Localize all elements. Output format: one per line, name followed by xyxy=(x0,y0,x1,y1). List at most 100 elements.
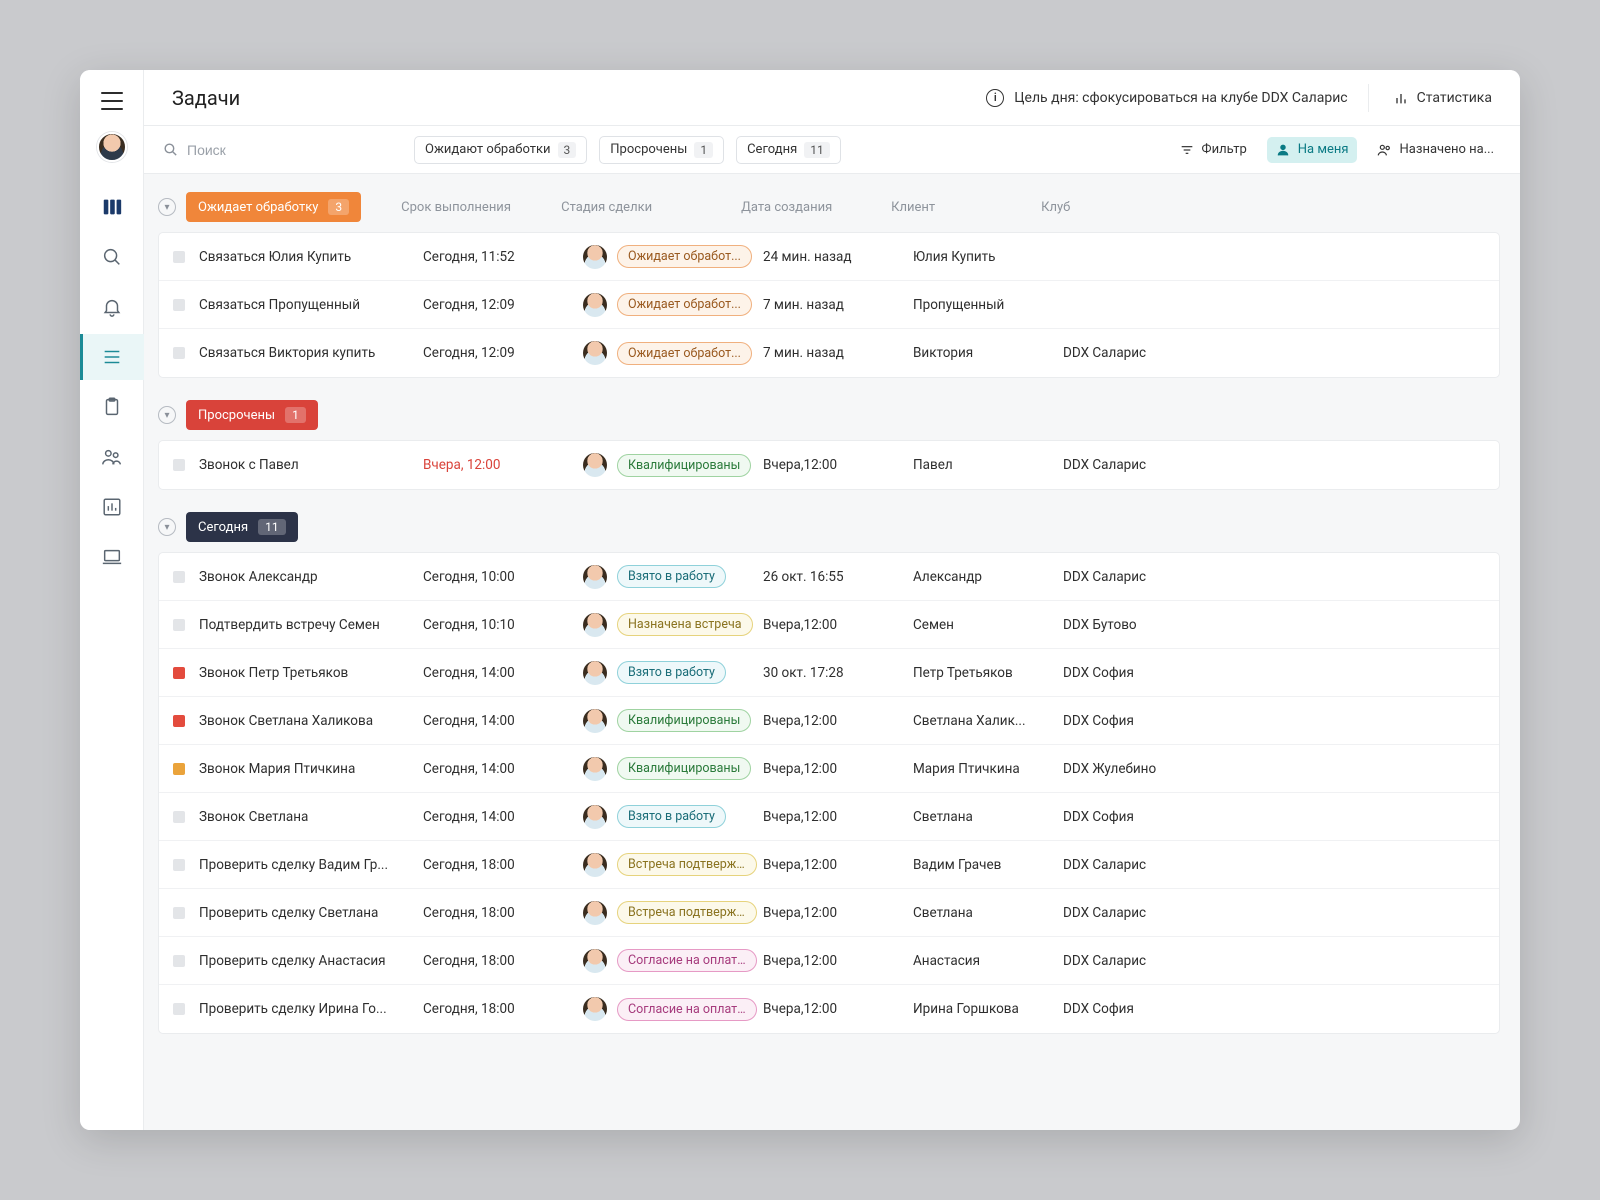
created-date: Вчера,12:00 xyxy=(763,457,913,473)
assignee-avatar[interactable] xyxy=(583,853,607,877)
table-row[interactable]: Звонок СветланаСегодня, 14:00Взято в раб… xyxy=(159,793,1499,841)
stage-pill[interactable]: Квалифицированы xyxy=(617,454,751,477)
client-name: Семен xyxy=(913,617,1063,633)
table-row[interactable]: Подтвердить встречу СеменСегодня, 10:10Н… xyxy=(159,601,1499,649)
assignee-avatar[interactable] xyxy=(583,949,607,973)
stage-pill[interactable]: Квалифицированы xyxy=(617,757,751,780)
rows-container: Звонок с ПавелВчера, 12:00Квалифицирован… xyxy=(158,440,1500,490)
sidebar-item-board[interactable] xyxy=(80,184,144,230)
collapse-toggle[interactable]: ▾ xyxy=(158,518,176,536)
group-badge[interactable]: Ожидает обработку 3 xyxy=(186,192,361,222)
stage-cell: Взято в работу xyxy=(583,565,763,589)
assignee-avatar[interactable] xyxy=(583,341,607,365)
user-avatar[interactable] xyxy=(97,132,127,162)
table-row[interactable]: Звонок АлександрСегодня, 10:00Взято в ра… xyxy=(159,553,1499,601)
created-date: Вчера,12:00 xyxy=(763,761,913,777)
table-row[interactable]: Проверить сделку Ирина Го...Сегодня, 18:… xyxy=(159,985,1499,1033)
assignee-avatar[interactable] xyxy=(583,757,607,781)
sidebar-item-notifications[interactable] xyxy=(80,284,144,330)
club-name: DDX София xyxy=(1063,713,1499,729)
assignee-avatar[interactable] xyxy=(583,997,607,1021)
due-date: Сегодня, 10:10 xyxy=(423,617,583,633)
assignee-avatar[interactable] xyxy=(583,293,607,317)
search-input[interactable] xyxy=(187,142,367,158)
stage-pill[interactable]: Согласие на оплату... xyxy=(617,949,757,972)
assignee-avatar[interactable] xyxy=(583,709,607,733)
client-name: Виктория xyxy=(913,345,1063,361)
goal-text: Цель дня: сфокусироваться на клубе DDX С… xyxy=(1014,90,1347,106)
table-row[interactable]: Звонок с ПавелВчера, 12:00Квалифицирован… xyxy=(159,441,1499,489)
table-row[interactable]: Проверить сделку СветланаСегодня, 18:00В… xyxy=(159,889,1499,937)
collapse-toggle[interactable]: ▾ xyxy=(158,198,176,216)
created-date: Вчера,12:00 xyxy=(763,857,913,873)
stage-pill[interactable]: Взято в работу xyxy=(617,661,726,684)
hamburger-menu-icon[interactable] xyxy=(101,92,123,110)
stage-pill[interactable]: Встреча подтвержд... xyxy=(617,853,757,876)
club-name: DDX Саларис xyxy=(1063,457,1499,473)
stage-cell: Взято в работу xyxy=(583,661,763,685)
stage-pill[interactable]: Взято в работу xyxy=(617,565,726,588)
stage-pill[interactable]: Взято в работу xyxy=(617,805,726,828)
assignee-avatar[interactable] xyxy=(583,245,607,269)
assignee-avatar[interactable] xyxy=(583,453,607,477)
table-row[interactable]: Проверить сделку АнастасияСегодня, 18:00… xyxy=(159,937,1499,985)
filter-button[interactable]: Фильтр xyxy=(1171,137,1255,163)
stage-cell: Встреча подтвержд... xyxy=(583,853,763,877)
table-row[interactable]: Проверить сделку Вадим Гр...Сегодня, 18:… xyxy=(159,841,1499,889)
priority-square-icon xyxy=(173,667,185,679)
due-date: Сегодня, 12:09 xyxy=(423,297,583,313)
assignee-avatar[interactable] xyxy=(583,661,607,685)
task-title: Проверить сделку Вадим Гр... xyxy=(199,857,423,873)
chip-label: Сегодня xyxy=(747,142,797,157)
collapse-toggle[interactable]: ▾ xyxy=(158,406,176,424)
assignee-avatar[interactable] xyxy=(583,901,607,925)
stage-cell: Встреча подтвержд... xyxy=(583,901,763,925)
client-name: Анастасия xyxy=(913,953,1063,969)
stats-label: Статистика xyxy=(1417,90,1492,106)
priority-square-icon xyxy=(173,347,185,359)
sidebar-item-search[interactable] xyxy=(80,234,144,280)
filter-chip-today[interactable]: Сегодня 11 xyxy=(736,136,841,164)
created-date: Вчера,12:00 xyxy=(763,953,913,969)
assigned-to-button[interactable]: Назначено на... xyxy=(1369,137,1502,163)
sidebar-item-clipboard[interactable] xyxy=(80,384,144,430)
assignee-avatar[interactable] xyxy=(583,565,607,589)
stage-pill[interactable]: Ожидает обработ... xyxy=(617,293,752,316)
due-date: Сегодня, 10:00 xyxy=(423,569,583,585)
sidebar-item-people[interactable] xyxy=(80,434,144,480)
club-name: DDX София xyxy=(1063,665,1499,681)
filter-chip-pending[interactable]: Ожидают обработки 3 xyxy=(414,136,587,164)
due-date: Сегодня, 14:00 xyxy=(423,761,583,777)
task-title: Проверить сделку Светлана xyxy=(199,905,423,921)
stage-pill[interactable]: Встреча подтвержд... xyxy=(617,901,757,924)
table-row[interactable]: Звонок Мария ПтичкинаСегодня, 14:00Квали… xyxy=(159,745,1499,793)
stage-pill[interactable]: Назначена встреча xyxy=(617,613,753,636)
sidebar-item-reports[interactable] xyxy=(80,484,144,530)
table-row[interactable]: Связаться ПропущенныйСегодня, 12:09Ожида… xyxy=(159,281,1499,329)
group-badge[interactable]: Просрочены 1 xyxy=(186,400,318,430)
filter-chip-overdue[interactable]: Просрочены 1 xyxy=(599,136,724,164)
due-date: Сегодня, 18:00 xyxy=(423,857,583,873)
club-name: DDX София xyxy=(1063,1001,1499,1017)
assigned-to-me-button[interactable]: На меня xyxy=(1267,137,1357,163)
table-row[interactable]: Звонок Светлана ХаликоваСегодня, 14:00Кв… xyxy=(159,697,1499,745)
content: ▾ Ожидает обработку 3 Срок выполнения Ст… xyxy=(144,174,1520,1130)
stage-pill[interactable]: Согласие на оплату... xyxy=(617,998,757,1021)
created-date: 24 мин. назад xyxy=(763,249,913,265)
stage-cell: Ожидает обработ... xyxy=(583,293,763,317)
sidebar-item-tasks[interactable] xyxy=(80,334,144,380)
table-row[interactable]: Связаться Юлия КупитьСегодня, 11:52Ожида… xyxy=(159,233,1499,281)
sidebar-item-laptop[interactable] xyxy=(80,534,144,580)
assignee-avatar[interactable] xyxy=(583,805,607,829)
stage-pill[interactable]: Квалифицированы xyxy=(617,709,751,732)
assignee-avatar[interactable] xyxy=(583,613,607,637)
stats-button[interactable]: Статистика xyxy=(1389,84,1496,112)
group-badge[interactable]: Сегодня 11 xyxy=(186,512,298,542)
stage-pill[interactable]: Ожидает обработ... xyxy=(617,342,752,365)
table-row[interactable]: Связаться Виктория купитьСегодня, 12:09О… xyxy=(159,329,1499,377)
created-date: 7 мин. назад xyxy=(763,297,913,313)
stage-cell: Согласие на оплату... xyxy=(583,997,763,1021)
table-row[interactable]: Звонок Петр ТретьяковСегодня, 14:00Взято… xyxy=(159,649,1499,697)
stage-pill[interactable]: Ожидает обработ... xyxy=(617,245,752,268)
search-input-wrap[interactable] xyxy=(162,141,402,158)
